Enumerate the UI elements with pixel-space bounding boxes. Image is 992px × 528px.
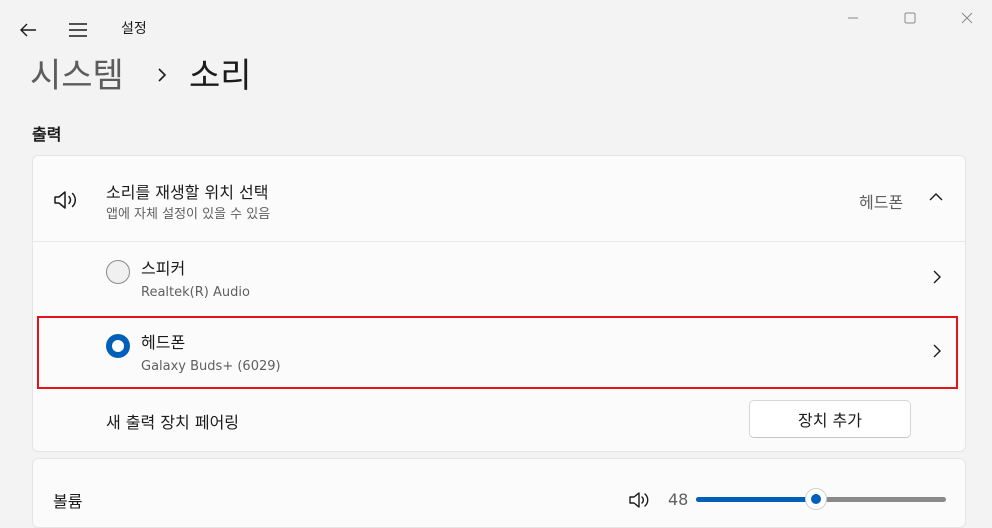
- pair-new-output-label: 새 출력 장치 페어링: [106, 413, 240, 432]
- minimize-button[interactable]: [830, 5, 876, 31]
- volume-value: 48: [668, 490, 689, 509]
- device-detail: Realtek(R) Audio: [141, 285, 250, 300]
- output-selector-subtitle: 앱에 자체 설정이 있을 수 있음: [106, 207, 271, 222]
- back-button[interactable]: [12, 14, 44, 46]
- output-device-card: 소리를 재생할 위치 선택 앱에 자체 설정이 있을 수 있음 헤드폰 스피커 …: [32, 155, 966, 452]
- highlight-box: [37, 316, 958, 389]
- radio-speaker[interactable]: [106, 260, 130, 284]
- volume-label: 볼륨: [53, 492, 83, 511]
- chevron-up-icon: [929, 193, 943, 201]
- speaker-icon: [54, 191, 77, 209]
- close-button[interactable]: [944, 5, 990, 31]
- breadcrumb-system[interactable]: 시스템: [30, 54, 124, 98]
- breadcrumb-chevron-icon: [156, 66, 168, 88]
- device-name: 스피커: [141, 259, 186, 278]
- maximize-button[interactable]: [887, 5, 933, 31]
- volume-slider-fill: [696, 497, 816, 502]
- selected-output-value: 헤드폰: [859, 193, 904, 212]
- maximize-icon: [904, 12, 916, 24]
- minimize-icon: [848, 17, 858, 19]
- close-icon: [961, 12, 973, 24]
- output-selector-title: 소리를 재생할 위치 선택: [106, 183, 269, 202]
- volume-card: [32, 458, 966, 528]
- speaker-volume-icon[interactable]: [628, 490, 652, 510]
- page-title: 소리: [189, 56, 252, 96]
- chevron-right-icon: [933, 270, 941, 284]
- navigation-menu-button[interactable]: [62, 14, 94, 46]
- output-selector-header[interactable]: 소리를 재생할 위치 선택 앱에 자체 설정이 있을 수 있음 헤드폰: [33, 156, 965, 241]
- back-arrow-icon: [20, 23, 36, 37]
- hamburger-menu-icon: [69, 23, 87, 37]
- section-title-output: 출력: [32, 125, 62, 144]
- output-option-speaker[interactable]: 스피커 Realtek(R) Audio: [33, 242, 965, 316]
- add-device-button[interactable]: 장치 추가: [749, 400, 911, 438]
- app-title: 설정: [121, 21, 147, 37]
- volume-slider-thumb[interactable]: [805, 488, 827, 510]
